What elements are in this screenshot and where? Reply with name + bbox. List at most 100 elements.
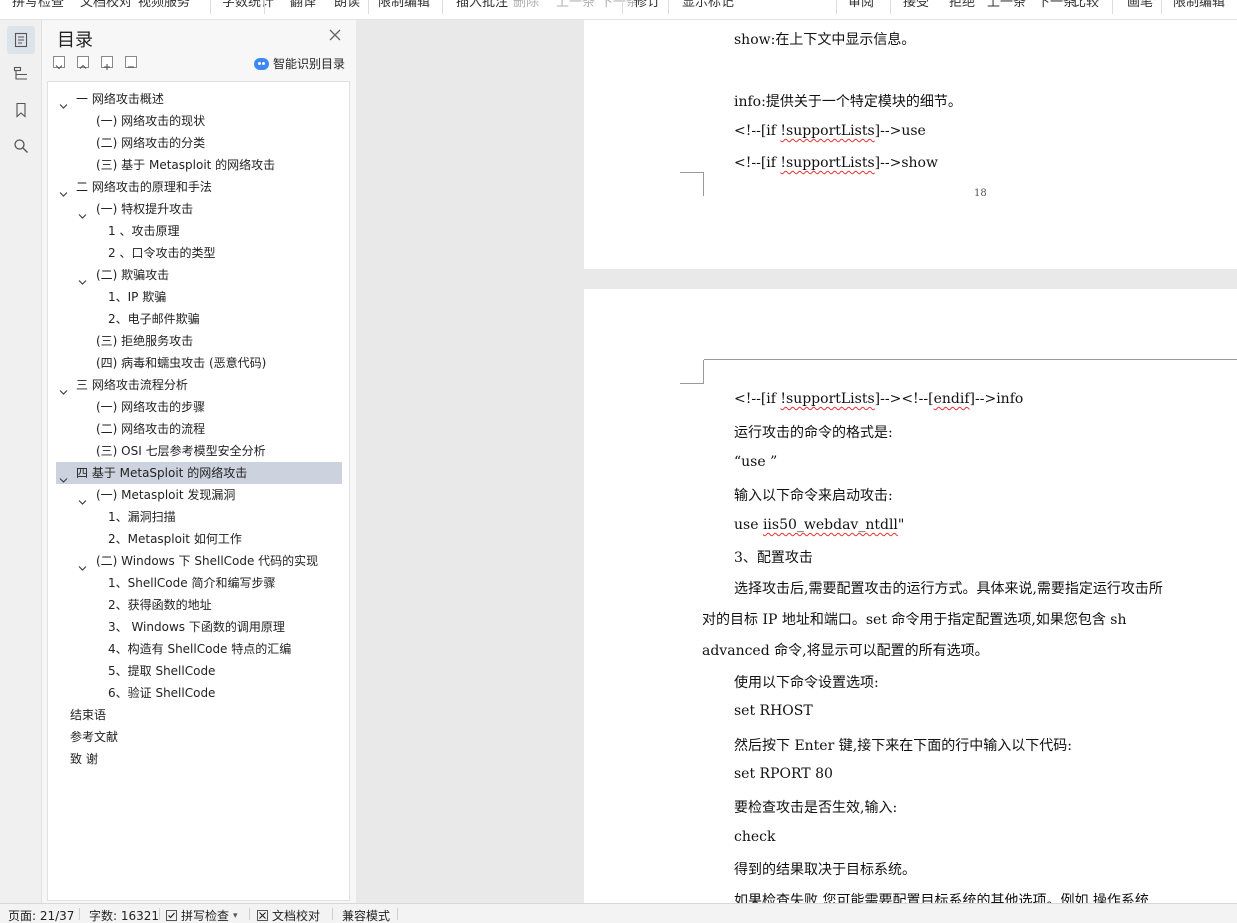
document-paragraph[interactable]: 然后按下 Enter 键,接下来在下面的行中输入以下代码: (734, 735, 1072, 755)
document-paragraph[interactable]: 选择攻击后,需要配置攻击的运行方式。具体来说,需要指定运行攻击所 (734, 578, 1163, 598)
ribbon-button[interactable]: 拒绝 (949, 0, 975, 10)
document-paragraph[interactable]: set RHOST (734, 703, 813, 719)
ribbon-button[interactable]: 朗读 (334, 0, 360, 10)
spell-check-toggle[interactable]: 拼写检查 ▾ (166, 907, 238, 923)
chevron-down-icon[interactable] (78, 205, 87, 219)
toc-item[interactable]: (二) 欺骗攻击 (48, 264, 349, 286)
expand-all-icon[interactable] (53, 56, 65, 70)
document-paragraph[interactable]: show:在上下文中显示信息。 (734, 29, 915, 49)
document-paragraph[interactable]: 对的目标 IP 地址和端口。set 命令用于指定配置选项,如果您包含 sh (702, 609, 1127, 629)
toc-item[interactable]: 结束语 (48, 704, 349, 726)
ribbon-button[interactable]: 翻译 (290, 0, 316, 10)
toc-item[interactable]: 1、漏洞扫描 (48, 506, 349, 528)
document-paragraph[interactable]: <!--[if !supportLists]--><!--[endif]-->i… (734, 391, 1023, 407)
toc-item[interactable]: 一 网络攻击概述 (48, 88, 349, 110)
toc-icon[interactable] (7, 26, 35, 54)
chevron-down-icon[interactable] (78, 557, 87, 571)
collapse-all-icon[interactable] (77, 56, 89, 69)
ribbon-button[interactable]: 比较 (1073, 0, 1099, 10)
ribbon-button[interactable]: 视频服务 (138, 0, 190, 10)
toc-item[interactable]: (二) Windows 下 ShellCode 代码的实现 (48, 550, 349, 572)
word-count[interactable]: 字数: 16321 (89, 907, 159, 923)
misspelled-word: iis50_webdav_ntdll (762, 517, 898, 533)
chevron-down-icon[interactable] (59, 183, 68, 197)
document-paragraph[interactable]: 使用以下命令设置选项: (734, 672, 879, 692)
toc-item[interactable]: 2 、口令攻击的类型 (48, 242, 349, 264)
ribbon-button[interactable]: 下一条 (1037, 0, 1076, 10)
toc-item[interactable]: (三) 基于 Metasploit 的网络攻击 (48, 154, 349, 176)
document-paragraph[interactable]: <!--[if !supportLists]-->use (734, 123, 926, 139)
ribbon-button[interactable]: 上一条 (556, 0, 595, 10)
document-paragraph[interactable]: advanced 命令,将显示可以配置的所有选项。 (702, 640, 989, 660)
chevron-down-icon[interactable] (59, 381, 68, 395)
ribbon-button[interactable]: 删除 (513, 0, 539, 10)
toc-item[interactable]: (一) 网络攻击的现状 (48, 110, 349, 132)
page-indicator[interactable]: 页面: 21/37 (8, 907, 74, 923)
toc-item[interactable]: 四 基于 MetaSploit 的网络攻击 (56, 462, 342, 484)
remove-heading-icon[interactable] (125, 56, 137, 68)
document-paragraph[interactable]: use iis50_webdav_ntdll" (734, 517, 904, 533)
toc-item[interactable]: (二) 网络攻击的流程 (48, 418, 349, 440)
text-run: show:在上下文中显示信息。 (734, 32, 916, 48)
doc-proofread-button[interactable]: 文档校对 (257, 907, 320, 923)
toc-item[interactable]: 4、构造有 ShellCode 特点的汇编 (48, 638, 349, 660)
bookmark-icon[interactable] (7, 96, 35, 124)
document-paragraph[interactable]: “use ” (734, 454, 777, 470)
chevron-down-icon[interactable] (59, 469, 68, 483)
chevron-down-icon[interactable] (78, 271, 87, 285)
navigation-pane-icon[interactable] (7, 60, 35, 88)
document-paragraph[interactable]: 3、配置攻击 (734, 547, 813, 567)
ribbon-button[interactable]: 审阅 (848, 0, 874, 10)
toc-item[interactable]: (三) OSI 七层参考模型安全分析 (48, 440, 349, 462)
ribbon-button[interactable]: 字数统计 (222, 0, 274, 10)
toc-item[interactable]: 致 谢 (48, 748, 349, 770)
document-paragraph[interactable]: info:提供关于一个特定模块的细节。 (734, 91, 962, 111)
chevron-down-icon[interactable] (59, 95, 68, 109)
add-heading-icon[interactable] (101, 56, 113, 70)
document-paragraph[interactable]: 如果检查失败,您可能需要配置目标系统的其他选项。例如,操作系统 (734, 890, 1149, 903)
document-paragraph[interactable]: <!--[if !supportLists]-->show (734, 155, 938, 171)
toc-item[interactable]: (二) 网络攻击的分类 (48, 132, 349, 154)
ribbon-button[interactable]: 画笔 (1127, 0, 1153, 10)
document-paragraph[interactable]: 运行攻击的命令的格式是: (734, 422, 893, 442)
ribbon-button[interactable]: 限制编辑 (378, 0, 430, 10)
ribbon-button[interactable]: 显示标记 (682, 0, 734, 10)
ribbon-separator (1161, 0, 1162, 14)
toc-item[interactable]: 2、电子邮件欺骗 (48, 308, 349, 330)
toc-item[interactable]: 3、 Windows 下函数的调用原理 (48, 616, 349, 638)
toc-item[interactable]: (一) 特权提升攻击 (48, 198, 349, 220)
toc-item[interactable]: 5、提取 ShellCode (48, 660, 349, 682)
document-paragraph[interactable]: 得到的结果取决于目标系统。 (734, 859, 916, 879)
toc-item[interactable]: (三) 拒绝服务攻击 (48, 330, 349, 352)
toc-item[interactable]: 二 网络攻击的原理和手法 (48, 176, 349, 198)
toc-item[interactable]: 2、Metasploit 如何工作 (48, 528, 349, 550)
chevron-down-icon[interactable] (78, 491, 87, 505)
toc-item[interactable]: 1 、攻击原理 (48, 220, 349, 242)
ribbon-button[interactable]: 上一条 (987, 0, 1026, 10)
document-canvas[interactable]: 18 show:在上下文中显示信息。 info:提供关于一个特定模块的细节。 <!-… (356, 20, 1237, 903)
ribbon-button[interactable]: 接受 (903, 0, 929, 10)
close-icon[interactable] (328, 27, 342, 41)
document-paragraph[interactable]: set RPORT 80 (734, 766, 833, 782)
ribbon-button[interactable]: 拼写检查 (12, 0, 64, 10)
toc-item[interactable]: 1、IP 欺骗 (48, 286, 349, 308)
search-icon[interactable] (7, 132, 35, 160)
text-run: 得到的结果取决于目标系统。 (734, 862, 916, 878)
document-paragraph[interactable]: check (734, 829, 775, 845)
text-run: ]--><!--[ (874, 391, 934, 407)
ribbon-button[interactable]: 限制编辑 (1173, 0, 1225, 10)
ribbon-button[interactable]: 修订 (634, 0, 660, 10)
toc-item[interactable]: 1、ShellCode 简介和编写步骤 (48, 572, 349, 594)
toc-item[interactable]: 6、验证 ShellCode (48, 682, 349, 704)
toc-item[interactable]: (一) 网络攻击的步骤 (48, 396, 349, 418)
toc-item[interactable]: (一) Metasploit 发现漏洞 (48, 484, 349, 506)
ribbon-button[interactable]: 插入批注 (456, 0, 508, 10)
toc-item[interactable]: (四) 病毒和蠕虫攻击 (恶意代码) (48, 352, 349, 374)
document-paragraph[interactable]: 要检查攻击是否生效,输入: (734, 797, 897, 817)
toc-item[interactable]: 三 网络攻击流程分析 (48, 374, 349, 396)
toc-item[interactable]: 参考文献 (48, 726, 349, 748)
document-paragraph[interactable]: 输入以下命令来启动攻击: (734, 485, 893, 505)
toc-item[interactable]: 2、获得函数的地址 (48, 594, 349, 616)
ribbon-button[interactable]: 文档校对 (80, 0, 132, 10)
smart-toc-button[interactable]: 智能识别目录 (254, 55, 345, 72)
